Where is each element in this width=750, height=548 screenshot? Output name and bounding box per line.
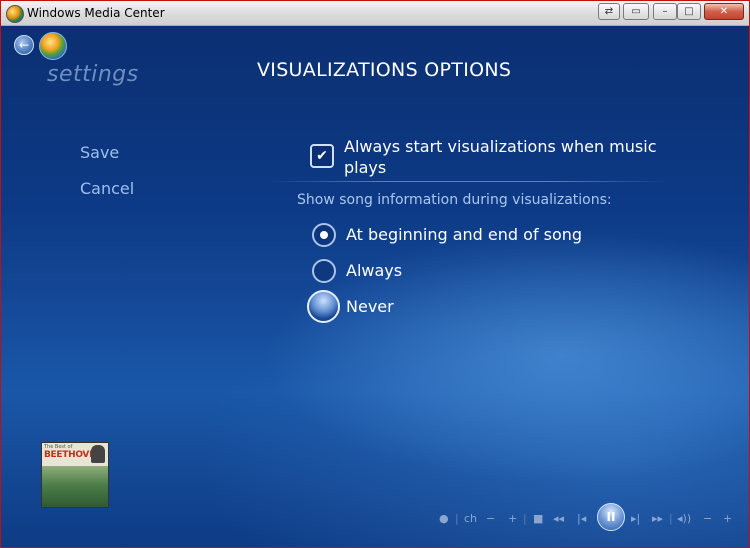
rewind-icon[interactable]: ◂◂ [553,512,564,525]
channel-label: ch [464,512,478,525]
separator: | [455,512,459,525]
transport-controls: ● | ch − + | ■ ◂◂ |◂ II ▸| ▸▸ | ◂)) − + [431,503,749,531]
radio-never[interactable] [307,290,340,323]
next-icon[interactable]: ▸| [631,512,640,525]
channel-up-icon[interactable]: + [508,512,517,525]
title-bar: Windows Media Center ⇄ ▭ – □ ✕ [1,1,749,26]
radio-always[interactable] [312,259,336,283]
radio-label-beginning-end[interactable]: At beginning and end of song [346,225,582,244]
back-arrow-icon[interactable]: ← [14,35,34,55]
minimize-button[interactable]: – [653,3,677,20]
separator: | [523,512,527,525]
page-title: VISUALIZATIONS OPTIONS [257,59,512,81]
media-center-logo-icon [6,5,24,23]
composer-portrait [91,445,105,463]
pause-icon[interactable]: II [597,503,625,531]
now-playing-album-art[interactable]: The Best of BEETHOVEN [41,442,109,508]
volume-down-icon[interactable]: − [703,512,712,525]
radio-label-always[interactable]: Always [346,261,402,280]
song-info-label: Show song information during visualizati… [297,192,612,208]
cancel-button[interactable]: Cancel [80,179,134,198]
separator: | [669,512,673,525]
record-icon[interactable]: ● [439,512,449,525]
radio-selected-dot [320,231,328,239]
mini-mode-button[interactable]: ▭ [623,3,649,20]
restore-mode-icon[interactable]: ⇄ [598,3,620,20]
close-button[interactable]: ✕ [704,3,744,20]
save-button[interactable]: Save [80,143,119,162]
radio-label-never[interactable]: Never [346,297,394,316]
always-start-checkbox[interactable]: ✔ [310,144,334,168]
window-title: Windows Media Center [27,6,165,20]
section-label: settings [47,62,139,87]
always-start-label[interactable]: Always start visualizations when music p… [344,136,664,178]
radio-beginning-end[interactable] [312,223,336,247]
volume-icon[interactable]: ◂)) [677,512,691,525]
stop-icon[interactable]: ■ [533,512,543,525]
start-logo-button[interactable] [39,32,67,60]
fast-forward-icon[interactable]: ▸▸ [652,512,663,525]
divider [267,181,669,182]
settings-page: ← settings VISUALIZATIONS OPTIONS Save C… [1,26,749,547]
checkmark-icon: ✔ [316,148,328,164]
channel-down-icon[interactable]: − [486,512,495,525]
maximize-button[interactable]: □ [677,3,701,20]
media-center-window: Windows Media Center ⇄ ▭ – □ ✕ ← setting… [0,0,750,548]
volume-up-icon[interactable]: + [723,512,732,525]
previous-icon[interactable]: |◂ [577,512,586,525]
